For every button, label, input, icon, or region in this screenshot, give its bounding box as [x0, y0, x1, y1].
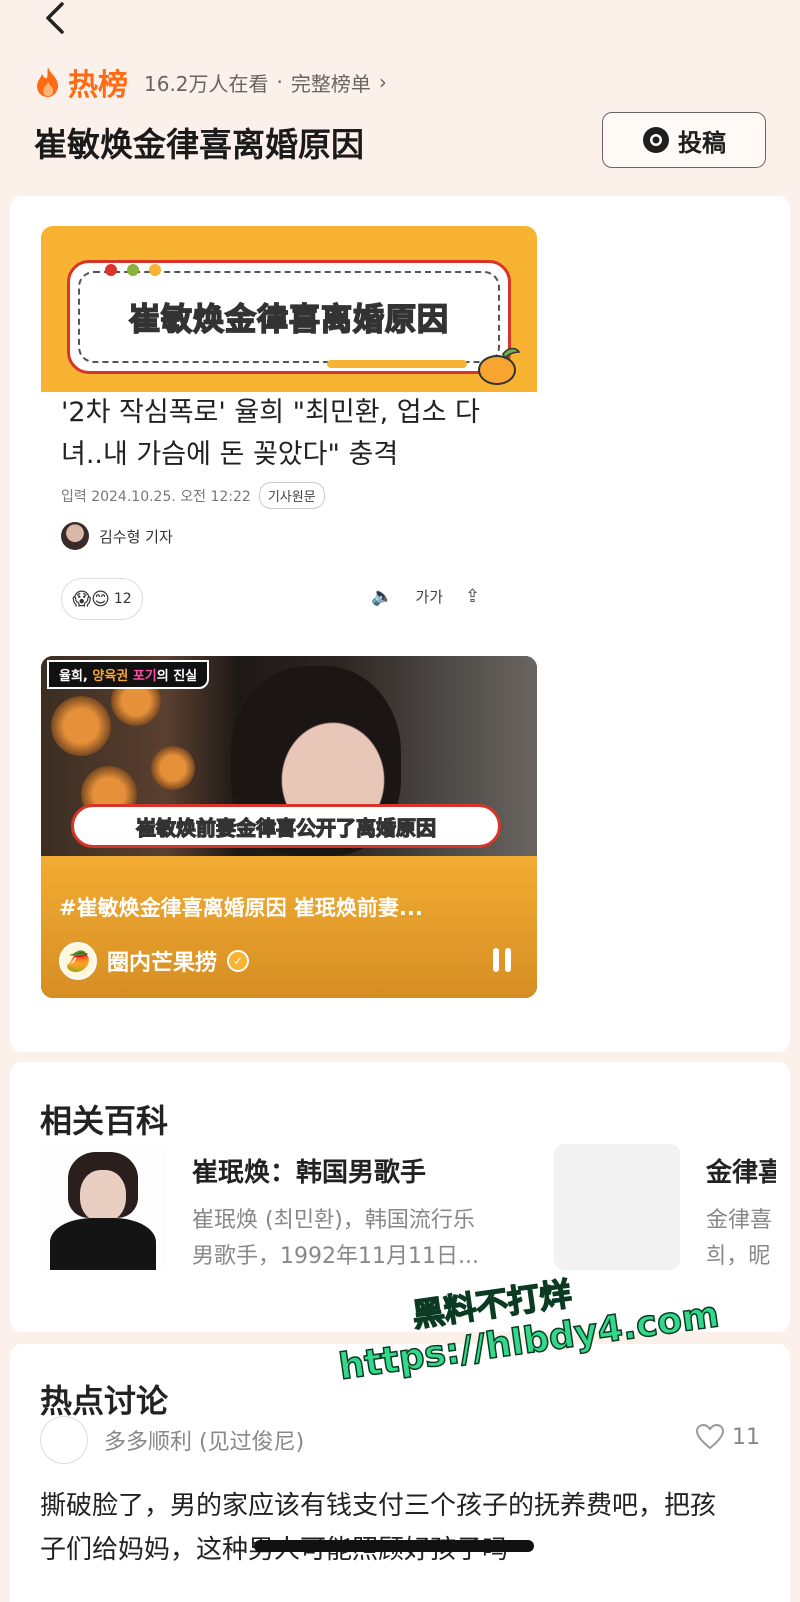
baike-item[interactable]: 崔珉焕：韩国男歌手 崔珉焕 (최민환)，韩国流行乐 男歌手，1992年11月11… — [40, 1144, 479, 1275]
like-button[interactable]: 11 — [696, 1424, 760, 1450]
comment-text: 撕破脸了，男的家应该有钱支付三个孩子的抚养费吧，把孩子们给妈妈，这种男人可能照顾… — [40, 1491, 717, 1565]
pause-icon[interactable] — [493, 948, 511, 972]
baike-name: 崔珉焕：韩国男歌手 — [192, 1158, 427, 1188]
submit-button[interactable]: 投稿 — [602, 112, 766, 168]
baike-desc: 金律喜 희，昵 — [706, 1208, 773, 1269]
flame-icon — [37, 67, 58, 97]
original-article-link[interactable]: 기사원문 — [258, 482, 325, 509]
heart-icon — [696, 1424, 724, 1450]
title-banner: 崔敏焕金律喜离婚原因 — [41, 226, 537, 392]
video-subtitle: 崔敏焕前妻金律喜公开了离婚原因 — [71, 804, 501, 848]
baike-name: 金律喜 — [706, 1158, 776, 1188]
baike-desc: 崔珉焕 (최민환)，韩国流行乐 男歌手，1992年11月11日... — [192, 1208, 479, 1269]
baike-thumbnail — [40, 1144, 166, 1270]
window-dots — [105, 264, 161, 276]
korean-headline: '2차 작심폭로' 율희 "최민환, 업소 다녀..내 가슴에 돈 꽂았다" 충… — [61, 397, 480, 470]
comment-header: 多多顺利 (见过俊尼) — [40, 1416, 304, 1464]
hot-discussion-card: 热点讨论 多多顺利 (见过俊尼) 11 撕破脸了，男的家应该有钱支付三个孩子的抚… — [10, 1344, 790, 1602]
submit-label: 投稿 — [678, 128, 726, 157]
video-corner-tag: 율희, 양육권 포기의 진실 — [47, 660, 210, 689]
baike-thumbnail — [554, 1144, 680, 1270]
hot-list-label: 热榜 — [68, 68, 128, 103]
separator-dot: · — [276, 70, 283, 94]
share-icon[interactable]: ⇪ — [465, 586, 480, 607]
reaction-count: 12 — [113, 591, 132, 607]
full-list-link[interactable]: 完整榜单 — [291, 68, 371, 97]
reaction-emoji-icon: 😱😊 — [72, 588, 110, 610]
chevron-right-icon: › — [378, 70, 387, 94]
viewer-count: 16.2万人在看 — [144, 71, 269, 96]
author-avatar: 🥭 — [59, 942, 97, 980]
back-arrow-icon[interactable] — [36, 0, 76, 40]
like-count: 11 — [732, 1424, 760, 1450]
reporter-row: 김수형 기자 — [61, 522, 173, 550]
camera-icon — [643, 127, 669, 153]
reporter-name: 김수형 기자 — [99, 527, 173, 546]
author-name: 圈内芒果捞 — [107, 951, 218, 976]
speaker-icon[interactable]: 🔈 — [371, 586, 393, 607]
article-tools: 🔈 가가 ⇪ — [371, 586, 480, 607]
video-author[interactable]: 🥭 圈内芒果捞 ✓ — [59, 942, 250, 980]
home-indicator[interactable] — [254, 1540, 534, 1552]
reaction-pill[interactable]: 😱😊 12 — [61, 578, 143, 620]
video-player[interactable]: 율희, 양육권 포기의 진실 崔敏焕前妻金律喜公开了离婚原因 #崔敏焕金律喜离婚… — [41, 656, 537, 998]
video-frame: 율희, 양육권 포기의 진실 崔敏焕前妻金律喜公开了离婚原因 — [41, 656, 537, 856]
article-date: 입력 2024.10.25. 오전 12:22 — [61, 488, 251, 505]
reporter-avatar — [61, 522, 89, 550]
commenter-avatar[interactable] — [40, 1416, 88, 1464]
topic-title: 崔敏焕金律喜离婚原因 — [34, 125, 364, 164]
commenter-name[interactable]: 多多顺利 (见过俊尼) — [104, 1424, 304, 1456]
verified-check-icon: ✓ — [227, 950, 250, 972]
media-card: 崔敏焕金律喜离婚原因 '2차 작심폭로' 율희 "최민환, 업소 다녀..내 가… — [10, 196, 790, 1052]
mango-icon — [478, 347, 521, 385]
video-caption: #崔敏焕金律喜离婚原因 崔珉焕前妻... 🥭 圈内芒果捞 ✓ — [41, 856, 537, 998]
hot-list-bar[interactable]: 热榜 16.2万人在看 · 完整榜单 › — [34, 62, 387, 103]
article-date-row: 입력 2024.10.25. 오전 12:22 기사원문 — [61, 482, 325, 509]
video-title[interactable]: #崔敏焕金律喜离婚原因 崔珉焕前妻... — [59, 892, 423, 922]
banner-title: 崔敏焕金律喜离婚原因 — [128, 301, 449, 339]
section-title-baike: 相关百科 — [40, 1102, 169, 1140]
font-size-icon[interactable]: 가가 — [415, 586, 443, 607]
article-screenshot[interactable]: 崔敏焕金律喜离婚原因 '2차 작심폭로' 율희 "최민환, 업소 다녀..내 가… — [41, 226, 537, 620]
